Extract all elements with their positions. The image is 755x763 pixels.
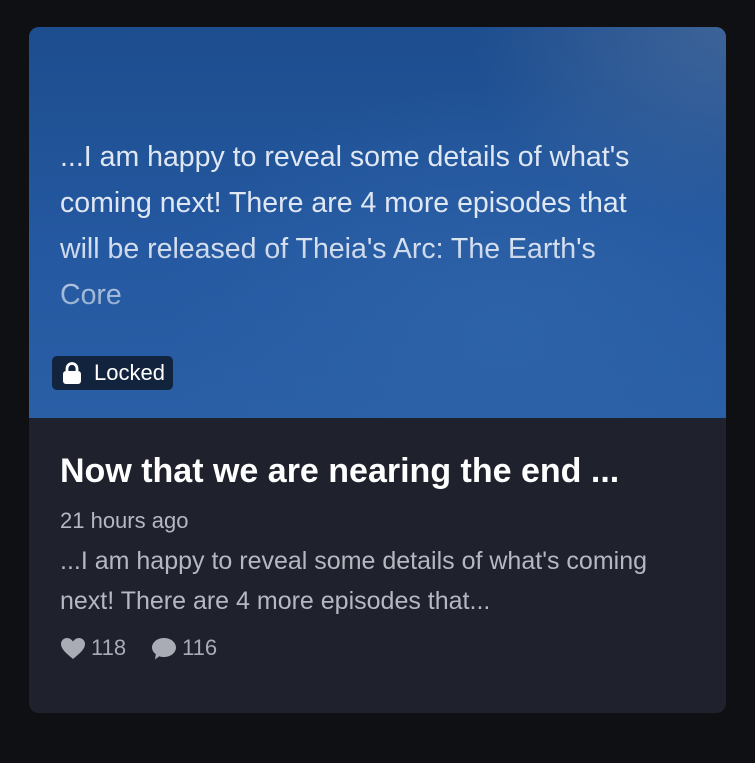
lock-icon xyxy=(63,362,81,384)
locked-badge: Locked xyxy=(52,356,173,390)
post-title[interactable]: Now that we are nearing the end ... xyxy=(60,451,696,491)
locked-label: Locked xyxy=(94,360,165,385)
post-stats: 118 116 xyxy=(60,635,696,661)
like-count: 118 xyxy=(91,635,127,660)
post-body: Now that we are nearing the end ... 21 h… xyxy=(29,418,726,661)
like-button[interactable]: 118 xyxy=(60,635,126,661)
post-timestamp: 21 hours ago xyxy=(60,508,189,533)
preview-text: ...I am happy to reveal some details of … xyxy=(60,141,630,311)
post-preview[interactable]: ...I am happy to reveal some details of … xyxy=(29,27,726,418)
comment-button[interactable]: 116 xyxy=(151,635,217,661)
post-excerpt: ...I am happy to reveal some details of … xyxy=(60,547,647,615)
comment-icon xyxy=(152,637,177,659)
heart-icon xyxy=(61,637,85,659)
post-card[interactable]: ...I am happy to reveal some details of … xyxy=(29,27,726,713)
comment-count: 116 xyxy=(182,635,218,660)
